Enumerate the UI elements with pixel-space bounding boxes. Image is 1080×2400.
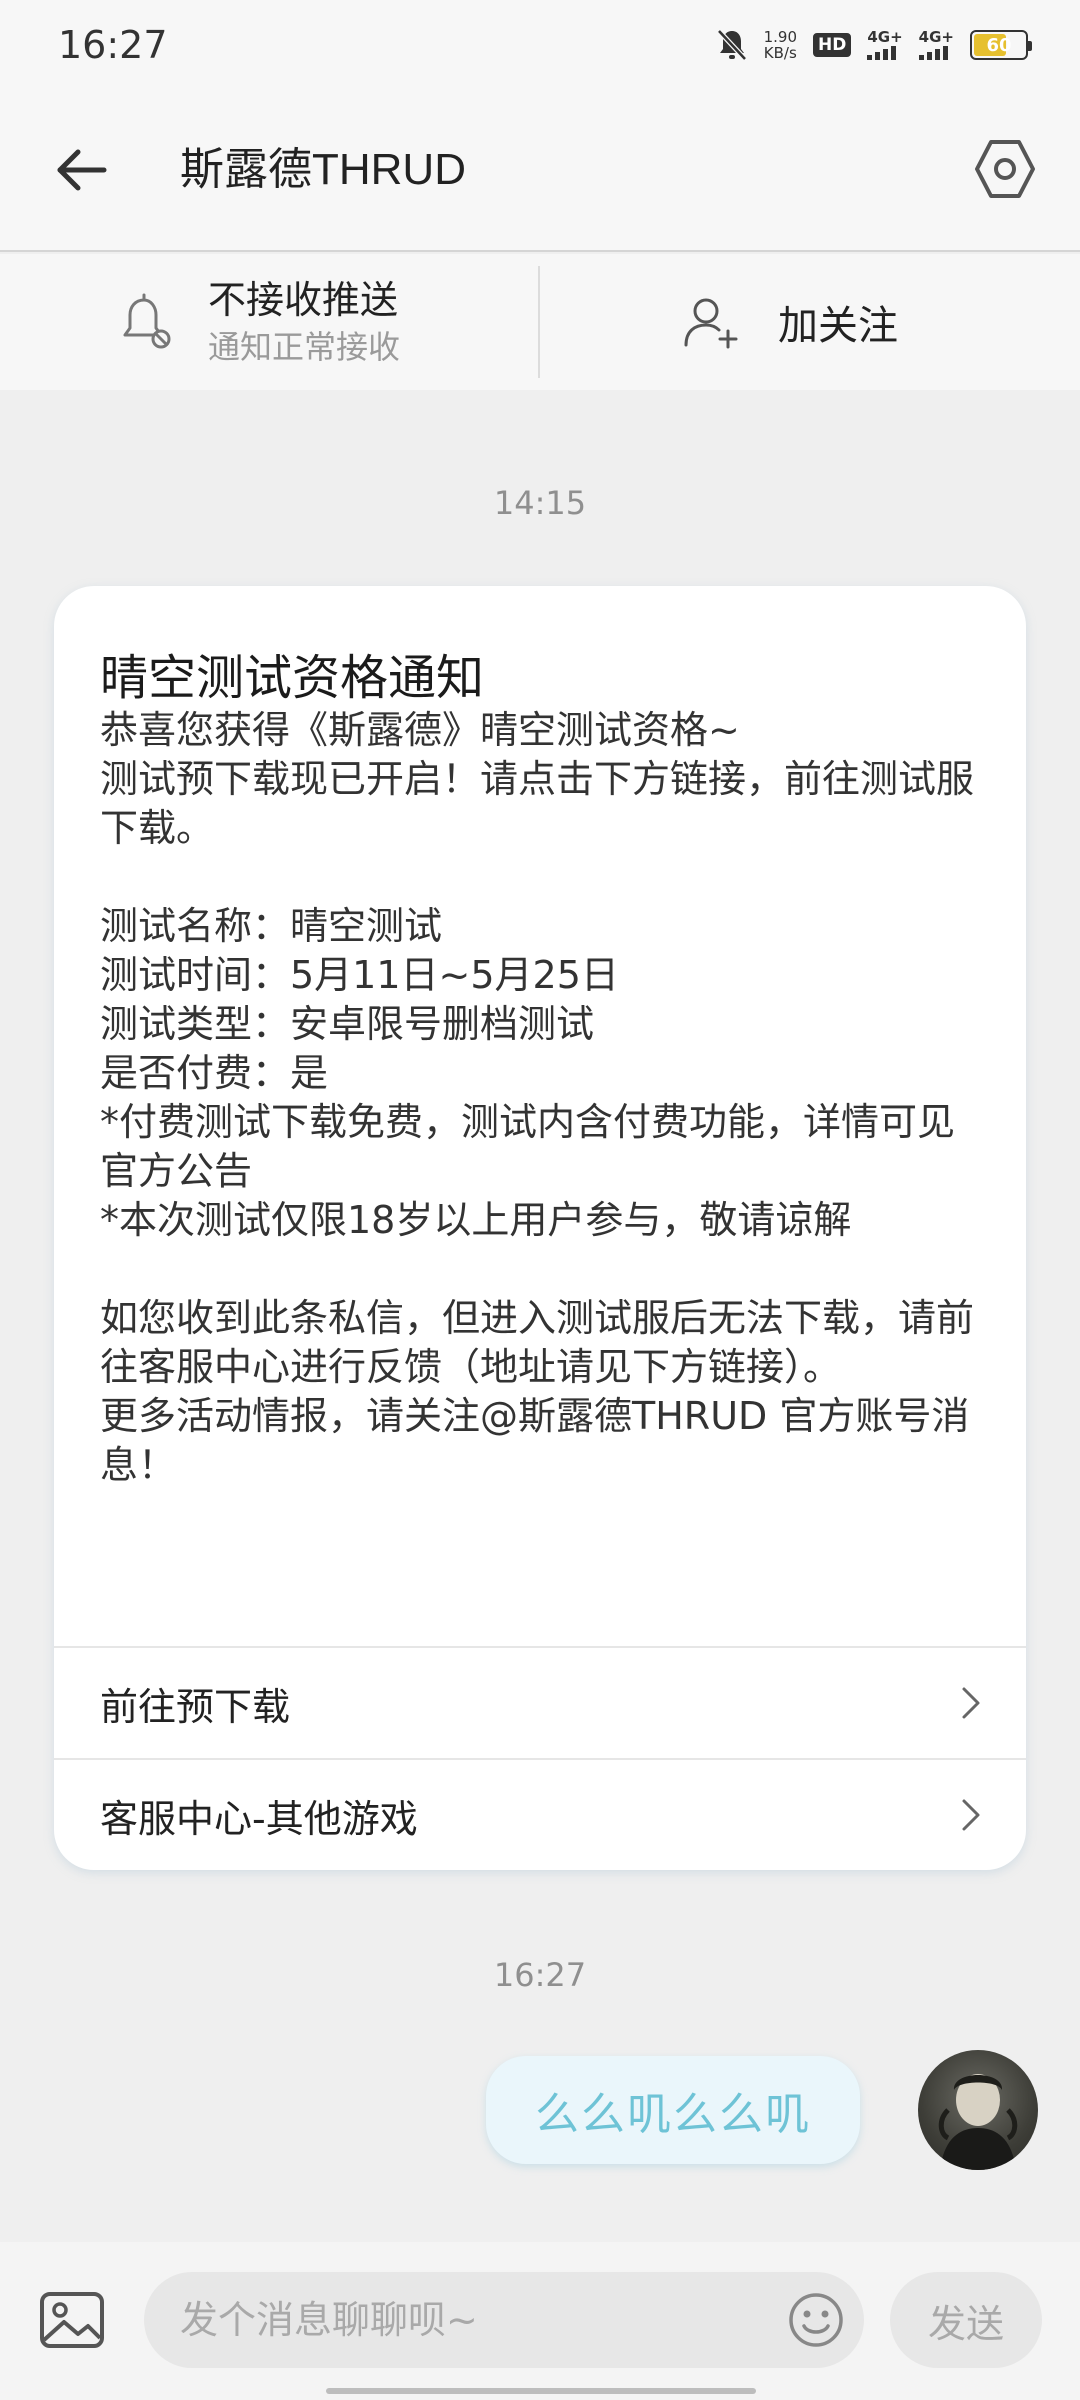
emoji-icon[interactable] [788, 2292, 844, 2348]
follow-button[interactable]: 加关注 [540, 254, 1080, 390]
message-input[interactable] [144, 2272, 864, 2368]
card-body: 恭喜您获得《斯露德》晴空测试资格~ 测试预下载现已开启！请点击下方链接，前往测试… [100, 706, 990, 1490]
card-line: *本次测试仅限18岁以上用户参与，敬请谅解 [100, 1198, 852, 1242]
avatar-portrait [938, 2074, 1018, 2170]
push-setting-title: 不接收推送 [208, 278, 399, 322]
action-bar: 不接收推送 通知正常接收 加关注 [0, 254, 1080, 390]
message-timestamp: 14:15 [493, 484, 587, 522]
my-message-text: 么么叽么么叽 [535, 2089, 811, 2140]
settings-button[interactable] [970, 134, 1040, 204]
card-line: 测试时间：5月11日~5月25日 [100, 953, 619, 997]
page-title: 斯露德THRUD [180, 145, 466, 194]
net-speed-value: 1.90 [763, 28, 797, 46]
card-line [100, 1245, 990, 1294]
battery-level: 60 [986, 34, 1012, 56]
signal-icon: 4G+ [867, 28, 903, 60]
net-speed: 1.90 KB/s [764, 29, 797, 61]
message-timestamp: 16:27 [493, 1956, 587, 1994]
image-icon[interactable] [38, 2286, 106, 2354]
home-indicator[interactable] [326, 2388, 756, 2394]
signal-icon: 4G+ [918, 28, 954, 60]
back-button[interactable] [52, 140, 112, 200]
mute-bell-icon [716, 29, 747, 61]
settings-hex-icon [975, 140, 1035, 198]
card-line: 恭喜您获得《斯露德》晴空测试资格~ [100, 708, 740, 752]
chat-area[interactable]: 14:15 晴空测试资格通知 恭喜您获得《斯露德》晴空测试资格~ 测试预下载现已… [0, 390, 1080, 2242]
push-setting-subtitle: 通知正常接收 [208, 328, 401, 366]
status-icons: 1.90 KB/s HD 4G+ 4G+ 60 [716, 28, 1032, 62]
pre-download-label: 前往预下载 [100, 1684, 291, 1729]
customer-service-link[interactable]: 客服中心-其他游戏 [54, 1758, 1026, 1870]
hd-icon: HD [813, 33, 852, 57]
push-setting-texts: 不接收推送 通知正常接收 [208, 275, 400, 369]
card-line [100, 853, 990, 902]
card-title: 晴空测试资格通知 [100, 650, 485, 706]
card-line: 如您收到此条私信，但进入测试服后无法下载，请前往客服中心进行反馈（地址请见下方链… [100, 1296, 975, 1389]
customer-service-label: 客服中心-其他游戏 [100, 1796, 418, 1841]
chevron-right-icon [962, 1687, 980, 1719]
card-line: 测试预下载现已开启！请点击下方链接，前往测试服下载。 [100, 757, 975, 850]
chat-header: 斯露德THRUD [0, 90, 1080, 252]
card-line: *付费测试下载免费，测试内含付费功能，详情可见官方公告 [100, 1100, 956, 1193]
signal-label: 4G+ [867, 28, 903, 46]
input-bar: 发送 [0, 2242, 1080, 2400]
pre-download-link[interactable]: 前往预下载 [54, 1646, 1026, 1758]
bell-off-icon [123, 293, 171, 349]
follow-label: 加关注 [778, 303, 898, 349]
my-message-bubble[interactable]: 么么叽么么叽 [486, 2056, 860, 2164]
status-bar: 16:27 1.90 KB/s HD 4G+ 4G+ 60 [0, 0, 1080, 90]
battery-icon: 60 [970, 30, 1032, 60]
push-setting-button[interactable]: 不接收推送 通知正常接收 [0, 266, 540, 378]
status-time: 16:27 [58, 23, 168, 67]
chevron-right-icon [962, 1799, 980, 1831]
card-line: 是否付费：是 [100, 1051, 329, 1095]
card-line: 更多活动情报，请关注@斯露德THRUD 官方账号消息！ [100, 1394, 970, 1487]
send-button[interactable]: 发送 [890, 2272, 1042, 2368]
avatar[interactable] [918, 2050, 1038, 2170]
add-user-icon [684, 298, 738, 349]
arrow-left-icon [57, 149, 107, 191]
card-line: 测试名称：晴空测试 [100, 904, 443, 948]
notification-card: 晴空测试资格通知 恭喜您获得《斯露德》晴空测试资格~ 测试预下载现已开启！请点击… [54, 586, 1026, 1870]
signal-label: 4G+ [918, 28, 954, 46]
net-speed-unit: KB/s [763, 44, 797, 62]
card-line: 测试类型：安卓限号删档测试 [100, 1002, 595, 1046]
